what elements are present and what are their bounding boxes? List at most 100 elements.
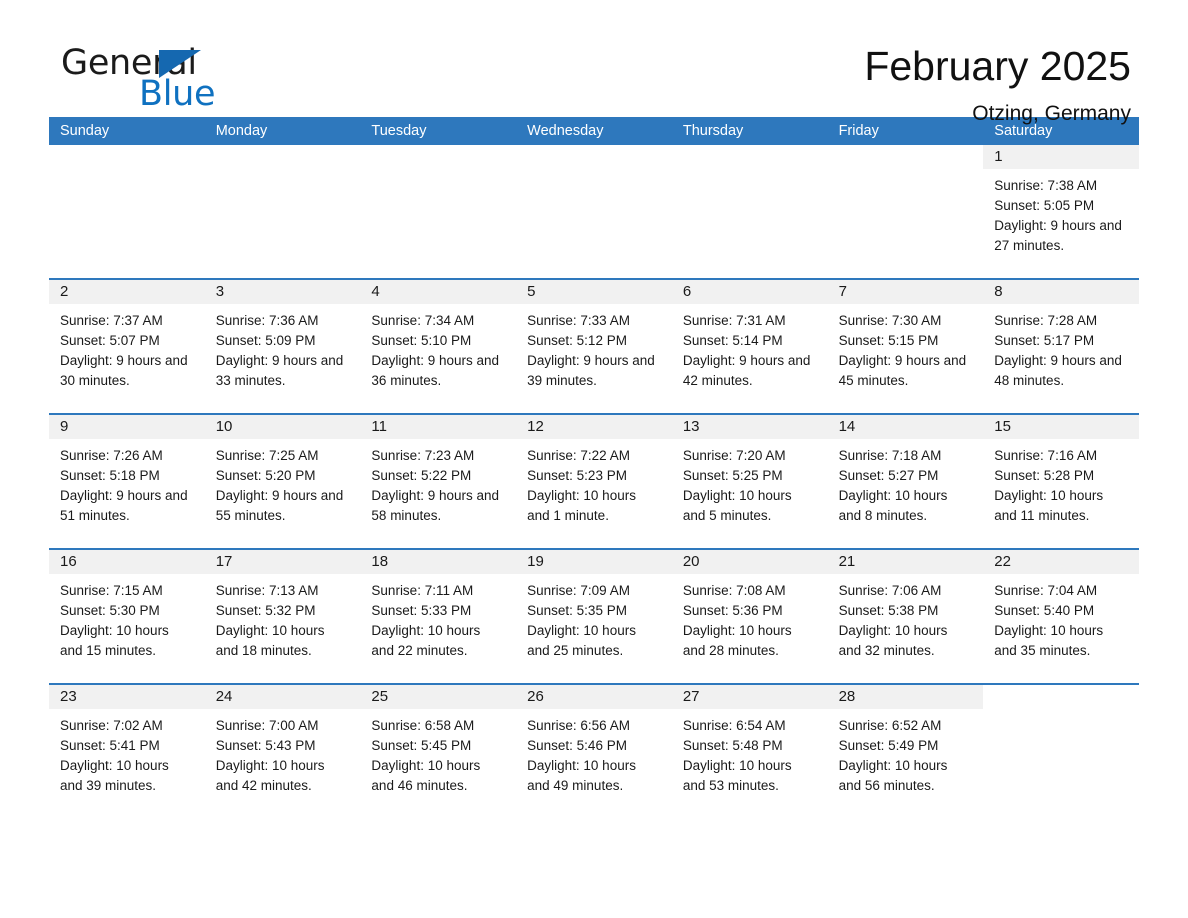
day-number: 24 [204, 685, 361, 709]
day-number: 13 [671, 415, 828, 439]
day-details: Sunrise: 7:34 AM Sunset: 5:10 PM Daylight:… [360, 304, 516, 391]
day-number: 11 [360, 415, 517, 439]
day-number: 4 [360, 280, 517, 304]
daylight-text: Daylight: 9 hours and 39 minutes. [527, 353, 655, 388]
calendar-day-cell[interactable]: 9 Sunrise: 7:26 AM Sunset: 5:18 PM Daylight… [49, 415, 205, 548]
calendar-day-cell[interactable]: 15 Sunrise: 7:16 AM Sunset: 5:28 PM Dayligh… [983, 415, 1139, 548]
calendar-day-cell[interactable]: 22 Sunrise: 7:04 AM Sunset: 5:40 PM Dayligh… [983, 550, 1139, 683]
day-details: Sunrise: 7:18 AM Sunset: 5:27 PM Daylight:… [828, 439, 984, 526]
daylight-text: Daylight: 10 hours and 49 minutes. [527, 758, 636, 793]
calendar-day-cell[interactable]: 17 Sunrise: 7:13 AM Sunset: 5:32 PM Dayligh… [204, 550, 361, 683]
calendar-day-cell[interactable]: 24 Sunrise: 7:00 AM Sunset: 5:43 PM Dayligh… [204, 685, 361, 818]
day-details: Sunrise: 7:00 AM Sunset: 5:43 PM Daylight:… [205, 709, 361, 796]
day-details: Sunrise: 7:16 AM Sunset: 5:28 PM Daylight:… [983, 439, 1139, 526]
calendar-day-cell[interactable]: 18 Sunrise: 7:11 AM Sunset: 5:33 PM Dayligh… [360, 550, 517, 683]
sunrise-text: Sunrise: 7:09 AM [527, 583, 630, 598]
sunrise-text: Sunrise: 7:08 AM [682, 583, 786, 598]
day-details: Sunrise: 7:25 AM Sunset: 5:20 PM Daylight:… [205, 439, 361, 526]
day-number: 9 [49, 415, 205, 439]
calendar-day-cell[interactable]: 4 Sunrise: 7:34 AM Sunset: 5:10 PM Daylight… [360, 280, 517, 413]
daylight-text: Daylight: 9 hours and 45 minutes. [838, 353, 967, 388]
calendar-day-cell[interactable] [516, 145, 672, 278]
day-details: Sunrise: 7:31 AM Sunset: 5:14 PM Daylight:… [672, 304, 828, 391]
calendar-day-cell[interactable]: 25 Sunrise: 6:58 AM Sunset: 5:45 PM Dayligh… [360, 685, 517, 818]
day-number [983, 685, 1139, 709]
sunset-text: Sunset: 5:07 PM [60, 333, 160, 348]
daylight-text: Daylight: 10 hours and 35 minutes. [994, 623, 1104, 658]
sunrise-text: Sunrise: 7:34 AM [371, 313, 475, 328]
calendar-day-cell[interactable] [983, 685, 1139, 818]
calendar-day-cell[interactable]: 5 Sunrise: 7:33 AM Sunset: 5:12 PM Daylight… [516, 280, 672, 413]
calendar-day-cell[interactable]: 1 Sunrise: 7:38 AM Sunset: 5:05 PM Daylight… [983, 145, 1139, 278]
calendar-day-cell[interactable]: 16 Sunrise: 7:15 AM Sunset: 5:30 PM Dayligh… [49, 550, 205, 683]
sunrise-text: Sunrise: 7:15 AM [60, 583, 163, 598]
calendar-day-cell[interactable]: 10 Sunrise: 7:25 AM Sunset: 5:20 PM Dayligh… [204, 415, 361, 548]
calendar-day-cell[interactable]: 27 Sunrise: 6:54 AM Sunset: 5:48 PM Dayligh… [671, 685, 828, 818]
calendar-day-cell[interactable]: 26 Sunrise: 6:56 AM Sunset: 5:46 PM Dayligh… [516, 685, 672, 818]
logo-text-blue: Blue [139, 74, 216, 114]
calendar-day-cell[interactable]: 6 Sunrise: 7:31 AM Sunset: 5:14 PM Daylight… [671, 280, 828, 413]
day-number [49, 145, 205, 169]
day-details: Sunrise: 7:22 AM Sunset: 5:23 PM Daylight:… [516, 439, 672, 526]
sunrise-text: Sunrise: 7:04 AM [994, 583, 1098, 598]
day-details: Sunrise: 7:15 AM Sunset: 5:30 PM Daylight:… [49, 574, 205, 661]
daylight-text: Daylight: 9 hours and 30 minutes. [60, 353, 188, 388]
day-number: 12 [516, 415, 672, 439]
daylight-text: Daylight: 10 hours and 1 minute. [527, 488, 636, 523]
day-number: 10 [204, 415, 361, 439]
calendar-day-cell[interactable] [671, 145, 828, 278]
calendar-day-cell[interactable]: 19 Sunrise: 7:09 AM Sunset: 5:35 PM Dayligh… [516, 550, 672, 683]
calendar-week-row: 1 Sunrise: 7:38 AM Sunset: 5:05 PM Daylight… [49, 145, 1139, 278]
daylight-text: Daylight: 10 hours and 25 minutes. [527, 623, 636, 658]
sunrise-text: Sunrise: 7:33 AM [527, 313, 630, 328]
sunrise-text: Sunrise: 6:58 AM [371, 718, 475, 733]
day-number: 21 [827, 550, 984, 574]
day-details: Sunrise: 6:52 AM Sunset: 5:49 PM Daylight:… [828, 709, 984, 796]
day-number: 25 [360, 685, 517, 709]
day-number: 14 [827, 415, 984, 439]
day-number: 17 [204, 550, 361, 574]
calendar-day-cell[interactable]: 13 Sunrise: 7:20 AM Sunset: 5:25 PM Dayligh… [671, 415, 828, 548]
daylight-text: Daylight: 10 hours and 28 minutes. [682, 623, 792, 658]
calendar-day-cell[interactable] [204, 145, 361, 278]
day-details: Sunrise: 7:11 AM Sunset: 5:33 PM Daylight:… [360, 574, 516, 661]
day-number: 1 [983, 145, 1139, 169]
calendar-day-cell[interactable]: 23 Sunrise: 7:02 AM Sunset: 5:41 PM Dayligh… [49, 685, 205, 818]
day-details: Sunrise: 7:04 AM Sunset: 5:40 PM Daylight:… [983, 574, 1139, 661]
sunset-text: Sunset: 5:35 PM [527, 603, 627, 618]
weekday-header-row: Sunday Monday Tuesday Wednesday Thursday… [49, 117, 1139, 145]
day-details: Sunrise: 7:02 AM Sunset: 5:41 PM Daylight:… [49, 709, 205, 796]
day-details: Sunrise: 7:30 AM Sunset: 5:15 PM Daylight:… [828, 304, 984, 391]
calendar-day-cell[interactable]: 8 Sunrise: 7:28 AM Sunset: 5:17 PM Daylight… [983, 280, 1139, 413]
day-number: 18 [360, 550, 517, 574]
day-number [828, 145, 984, 169]
sunrise-text: Sunrise: 7:16 AM [994, 448, 1098, 463]
sunset-text: Sunset: 5:40 PM [994, 603, 1095, 618]
sunrise-text: Sunrise: 7:26 AM [60, 448, 163, 463]
daylight-text: Daylight: 10 hours and 18 minutes. [215, 623, 325, 658]
sunset-text: Sunset: 5:36 PM [682, 603, 783, 618]
sunrise-text: Sunrise: 7:22 AM [527, 448, 630, 463]
daylight-text: Daylight: 10 hours and 39 minutes. [60, 758, 169, 793]
calendar-day-cell[interactable]: 7 Sunrise: 7:30 AM Sunset: 5:15 PM Daylight… [827, 280, 984, 413]
day-number: 22 [983, 550, 1139, 574]
calendar-week-row: 9 Sunrise: 7:26 AM Sunset: 5:18 PM Daylight… [49, 413, 1139, 548]
calendar-day-cell[interactable] [49, 145, 205, 278]
calendar-day-cell[interactable]: 12 Sunrise: 7:22 AM Sunset: 5:23 PM Dayligh… [516, 415, 672, 548]
sunrise-text: Sunrise: 7:06 AM [838, 583, 942, 598]
weekday-header-friday: Friday [838, 123, 879, 139]
sunrise-text: Sunrise: 7:11 AM [371, 583, 474, 598]
calendar-day-cell[interactable]: 20 Sunrise: 7:08 AM Sunset: 5:36 PM Dayligh… [671, 550, 828, 683]
day-details: Sunrise: 7:23 AM Sunset: 5:22 PM Daylight:… [360, 439, 516, 526]
calendar-day-cell[interactable]: 14 Sunrise: 7:18 AM Sunset: 5:27 PM Dayligh… [827, 415, 984, 548]
calendar-day-cell[interactable]: 3 Sunrise: 7:36 AM Sunset: 5:09 PM Daylight… [204, 280, 361, 413]
calendar-day-cell[interactable]: 28 Sunrise: 6:52 AM Sunset: 5:49 PM Dayligh… [827, 685, 984, 818]
calendar-day-cell[interactable]: 11 Sunrise: 7:23 AM Sunset: 5:22 PM Dayligh… [360, 415, 517, 548]
calendar-day-cell[interactable] [360, 145, 517, 278]
sunrise-text: Sunrise: 7:25 AM [215, 448, 319, 463]
weekday-header-wednesday: Wednesday [527, 123, 604, 139]
sunset-text: Sunset: 5:46 PM [527, 738, 627, 753]
calendar-day-cell[interactable]: 21 Sunrise: 7:06 AM Sunset: 5:38 PM Dayligh… [827, 550, 984, 683]
calendar-day-cell[interactable] [827, 145, 984, 278]
calendar-day-cell[interactable]: 2 Sunrise: 7:37 AM Sunset: 5:07 PM Daylight… [49, 280, 205, 413]
